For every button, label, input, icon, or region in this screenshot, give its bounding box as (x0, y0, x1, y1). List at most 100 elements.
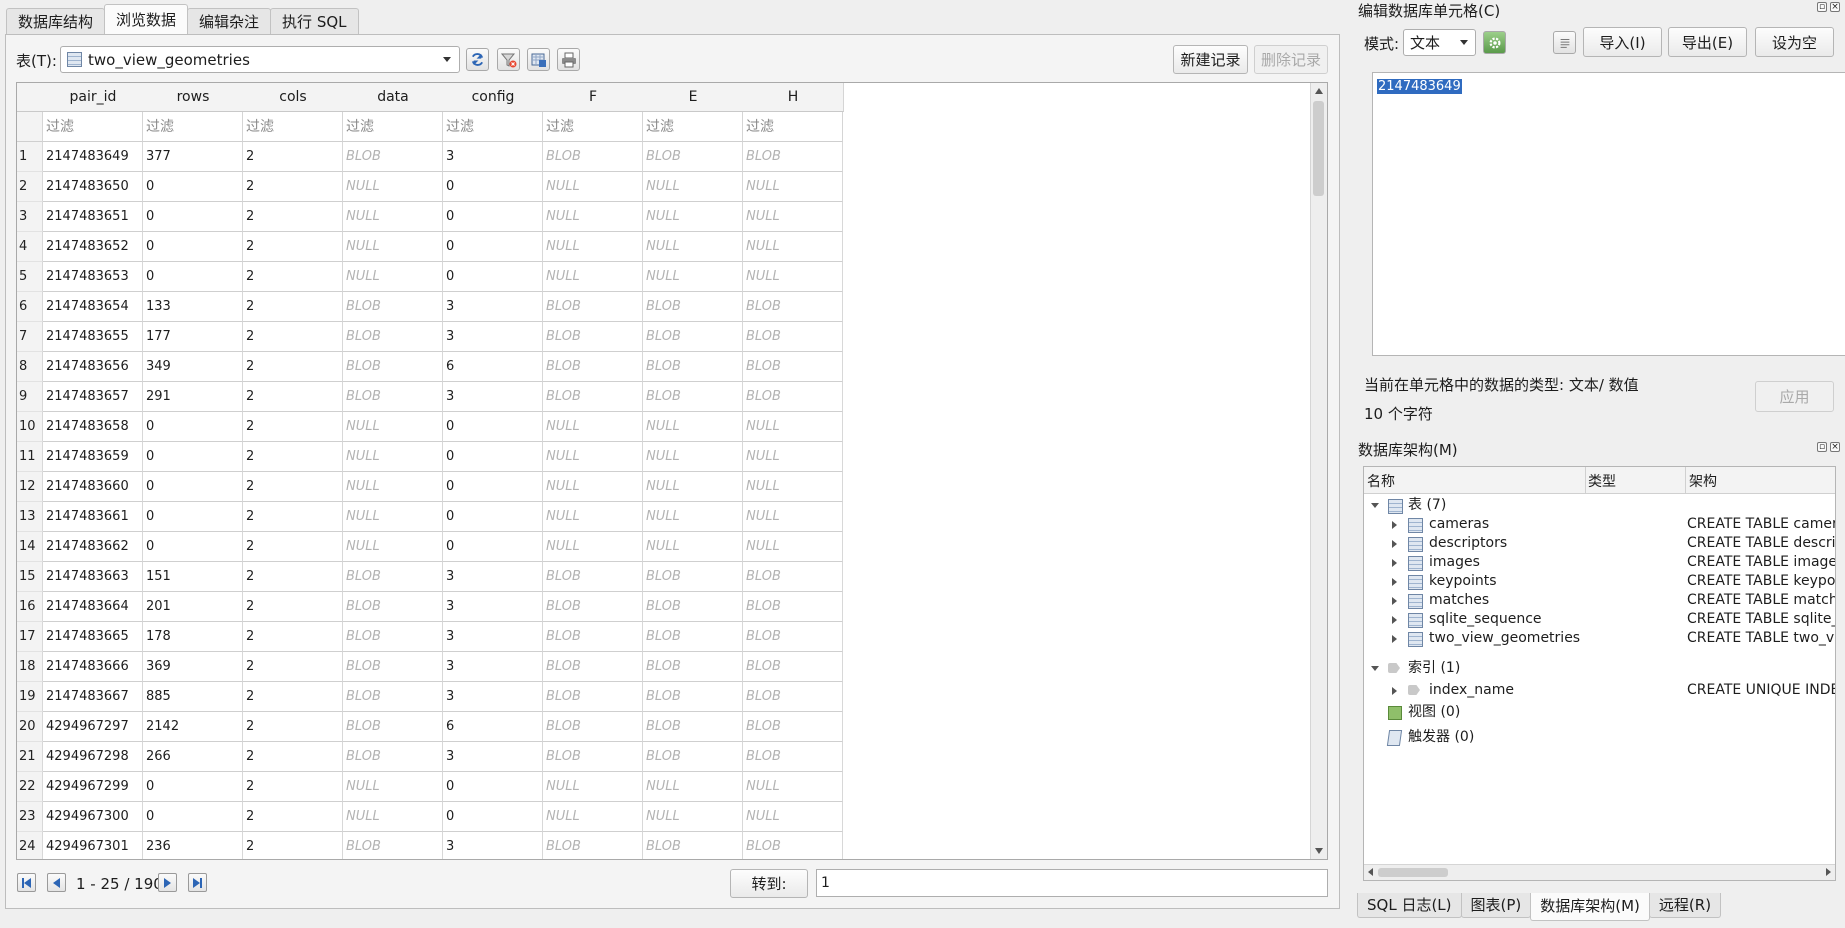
table-cell[interactable]: 2 (243, 472, 343, 502)
table-cell[interactable]: 2 (243, 832, 343, 859)
table-cell[interactable]: 2 (243, 502, 343, 532)
table-cell[interactable]: BLOB (643, 622, 743, 652)
row-header[interactable]: 13 (17, 502, 43, 532)
table-cell[interactable]: BLOB (543, 352, 643, 382)
table-cell[interactable]: NULL (343, 802, 443, 832)
tree-group-views[interactable]: 视图 (0) (1364, 703, 1835, 722)
tab-db-schema[interactable]: 数据库架构(M) (1530, 893, 1650, 921)
refresh-button[interactable] (466, 48, 489, 71)
scroll-thumb[interactable] (1378, 868, 1448, 877)
column-header-pair_id[interactable]: pair_id (43, 83, 144, 112)
table-cell[interactable]: 377 (143, 142, 243, 172)
table-cell[interactable]: NULL (343, 232, 443, 262)
tree-item-table[interactable]: matches CREATE TABLE matche (1364, 591, 1835, 610)
table-cell[interactable]: NULL (743, 442, 843, 472)
table-cell[interactable]: BLOB (643, 562, 743, 592)
set-null-button[interactable]: 设为空 (1755, 27, 1834, 57)
expand-icon[interactable] (1392, 521, 1397, 529)
table-cell[interactable]: BLOB (643, 832, 743, 859)
table-cell[interactable]: 0 (143, 442, 243, 472)
close-icon[interactable]: × (1830, 442, 1840, 452)
table-cell[interactable]: BLOB (743, 622, 843, 652)
clear-filters-button[interactable] (497, 48, 520, 71)
row-header[interactable]: 16 (17, 592, 43, 622)
table-cell[interactable]: 2147483657 (43, 382, 143, 412)
tab-edit-pragmas[interactable]: 编辑杂注 (187, 8, 272, 34)
filter-input-pair_id[interactable]: 过滤 (43, 112, 143, 142)
table-cell[interactable]: BLOB (743, 592, 843, 622)
tab-remote[interactable]: 远程(R) (1648, 893, 1722, 918)
row-header[interactable]: 4 (17, 232, 43, 262)
table-cell[interactable]: 0 (443, 232, 543, 262)
table-cell[interactable]: BLOB (743, 562, 843, 592)
table-cell[interactable]: BLOB (343, 292, 443, 322)
close-icon[interactable]: × (1830, 2, 1840, 12)
delete-record-button[interactable]: 删除记录 (1254, 45, 1328, 74)
table-cell[interactable]: 369 (143, 652, 243, 682)
table-cell[interactable]: 0 (143, 502, 243, 532)
table-cell[interactable]: 291 (143, 382, 243, 412)
table-cell[interactable]: 2147483659 (43, 442, 143, 472)
table-cell[interactable]: 0 (443, 532, 543, 562)
column-header-data[interactable]: data (343, 83, 444, 112)
row-header[interactable]: 11 (17, 442, 43, 472)
table-cell[interactable]: 0 (443, 442, 543, 472)
next-page-button[interactable] (158, 873, 177, 892)
row-header[interactable]: 8 (17, 352, 43, 382)
row-header[interactable]: 20 (17, 712, 43, 742)
grid-corner[interactable] (17, 83, 44, 112)
table-cell[interactable]: 178 (143, 622, 243, 652)
table-cell[interactable]: 2 (243, 172, 343, 202)
table-cell[interactable]: NULL (743, 232, 843, 262)
table-cell[interactable]: 2 (243, 712, 343, 742)
tree-item-table[interactable]: sqlite_sequence CREATE TABLE sqlite_ (1364, 610, 1835, 629)
table-cell[interactable]: BLOB (643, 142, 743, 172)
table-cell[interactable]: BLOB (743, 142, 843, 172)
table-cell[interactable]: NULL (643, 772, 743, 802)
column-header-E[interactable]: E (643, 83, 744, 112)
table-cell[interactable]: 2 (243, 592, 343, 622)
table-cell[interactable]: NULL (543, 262, 643, 292)
row-header[interactable]: 7 (17, 322, 43, 352)
table-cell[interactable]: NULL (543, 472, 643, 502)
row-header[interactable]: 5 (17, 262, 43, 292)
column-header-F[interactable]: F (543, 83, 644, 112)
col-type-header[interactable]: 类型 (1588, 471, 1616, 491)
table-cell[interactable]: 3 (443, 322, 543, 352)
column-header-cols[interactable]: cols (243, 83, 344, 112)
table-cell[interactable]: NULL (543, 802, 643, 832)
table-cell[interactable]: 2147483664 (43, 592, 143, 622)
table-cell[interactable]: NULL (643, 802, 743, 832)
export-button[interactable]: 导出(E) (1668, 27, 1747, 57)
table-cell[interactable]: BLOB (743, 382, 843, 412)
goto-input[interactable]: 1 (816, 869, 1328, 897)
table-cell[interactable]: NULL (643, 262, 743, 292)
table-cell[interactable]: BLOB (343, 592, 443, 622)
tab-plot[interactable]: 图表(P) (1460, 893, 1532, 918)
table-cell[interactable]: NULL (343, 262, 443, 292)
vertical-scrollbar[interactable] (1310, 83, 1327, 859)
table-cell[interactable]: 2147483658 (43, 412, 143, 442)
table-cell[interactable]: 6 (443, 712, 543, 742)
table-cell[interactable]: NULL (543, 202, 643, 232)
expand-icon[interactable] (1392, 578, 1397, 586)
table-cell[interactable]: 0 (143, 172, 243, 202)
table-cell[interactable]: 266 (143, 742, 243, 772)
tree-group-indexes[interactable]: 索引 (1) (1364, 659, 1835, 678)
table-cell[interactable]: NULL (543, 412, 643, 442)
table-cell[interactable]: NULL (643, 532, 743, 562)
table-cell[interactable]: 0 (443, 802, 543, 832)
table-cell[interactable]: 3 (443, 742, 543, 772)
expand-icon[interactable] (1392, 616, 1397, 624)
table-cell[interactable]: 2 (243, 802, 343, 832)
row-header[interactable]: 24 (17, 832, 43, 859)
first-page-button[interactable] (17, 873, 36, 892)
table-cell[interactable]: 4294967297 (43, 712, 143, 742)
table-cell[interactable]: NULL (643, 232, 743, 262)
filter-input-config[interactable]: 过滤 (443, 112, 543, 142)
table-cell[interactable]: 0 (143, 412, 243, 442)
filter-input-F[interactable]: 过滤 (543, 112, 643, 142)
table-cell[interactable]: BLOB (343, 562, 443, 592)
last-page-button[interactable] (188, 873, 207, 892)
table-cell[interactable]: 2 (243, 322, 343, 352)
